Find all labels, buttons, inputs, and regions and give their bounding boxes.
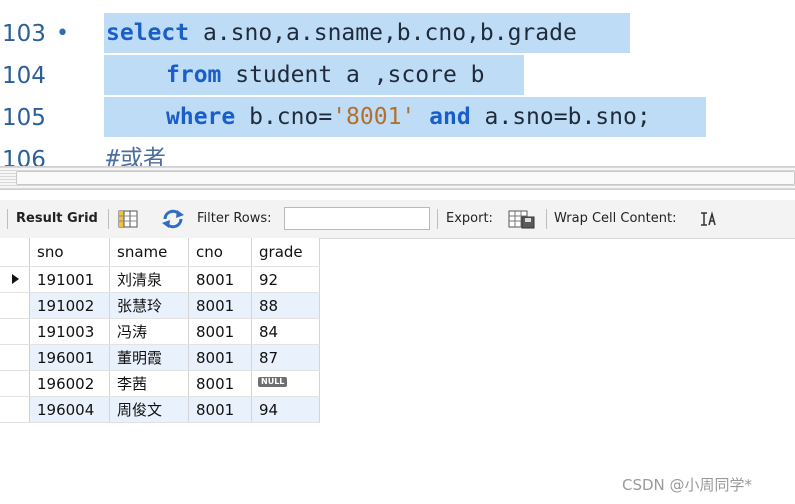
cell-sno[interactable]: 191001 (29, 266, 110, 293)
refresh-icon[interactable] (160, 209, 186, 229)
cell-grade[interactable]: 92 (251, 266, 320, 293)
column-header-sno[interactable]: sno (29, 238, 110, 267)
code-condition: b.cno= (235, 104, 333, 130)
table-row[interactable]: 196002 李茜 8001 NULL (0, 370, 320, 397)
export-icon[interactable] (508, 208, 536, 230)
cell-grade[interactable]: NULL (251, 370, 320, 397)
toolbar-divider (437, 209, 438, 229)
cell-cno[interactable]: 8001 (188, 266, 252, 293)
cell-sname[interactable]: 李茜 (109, 370, 189, 397)
result-grid[interactable]: sno sname cno grade 191001 刘清泉 8001 92 1… (0, 238, 320, 423)
cell-sname[interactable]: 董明霞 (109, 344, 189, 371)
editor-line-partial (0, 0, 795, 12)
cell-grade[interactable]: 88 (251, 292, 320, 319)
cell-cno[interactable]: 8001 (188, 318, 252, 345)
column-header-grade[interactable]: grade (251, 238, 320, 267)
line-number: 105 (2, 105, 46, 131)
table-row[interactable]: 191003 冯涛 8001 84 (0, 318, 320, 345)
scrollbar-thumb[interactable] (16, 171, 795, 185)
line-number: 104 (2, 63, 46, 89)
row-selector[interactable] (0, 318, 30, 345)
cell-grade[interactable]: 94 (251, 396, 320, 423)
result-grid-tab[interactable]: Result Grid (16, 200, 98, 238)
sql-editor[interactable]: 103 • select a.sno,a.sname,b.cno,b.grade… (0, 0, 795, 170)
cell-grade[interactable]: 87 (251, 344, 320, 371)
row-selector[interactable] (0, 396, 30, 423)
cell-sno[interactable]: 191003 (29, 318, 110, 345)
string-literal: '8001' (332, 104, 416, 130)
row-header-corner[interactable] (0, 238, 30, 267)
keyword-and: and (415, 104, 471, 130)
code-select-list: a.sno,a.sname,b.cno,b.grade (189, 20, 577, 46)
editor-line-104: 104 from student a ,score b (0, 55, 795, 97)
editor-horizontal-scrollbar[interactable] (0, 166, 795, 190)
result-toolbar: Result Grid Filter Rows: Export: Wrap Ce… (0, 200, 795, 239)
cell-grade[interactable]: 84 (251, 318, 320, 345)
row-selector[interactable] (0, 266, 30, 293)
cell-cno[interactable]: 8001 (188, 292, 252, 319)
toolbar-divider (108, 209, 109, 229)
cell-cno[interactable]: 8001 (188, 396, 252, 423)
toolbar-divider (546, 209, 547, 229)
column-header-cno[interactable]: cno (188, 238, 252, 267)
null-badge: NULL (258, 376, 288, 387)
wrap-cell-content-label: Wrap Cell Content: (554, 211, 677, 226)
code-join-condition: a.sno=b.sno; (470, 104, 651, 130)
keyword-where: where (166, 104, 236, 130)
filter-rows-label: Filter Rows: (197, 211, 272, 226)
column-header-sname[interactable]: sname (109, 238, 189, 267)
wrap-text-icon[interactable] (699, 211, 717, 227)
editor-line-103: 103 • select a.sno,a.sname,b.cno,b.grade (0, 13, 795, 55)
cell-sname[interactable]: 周俊文 (109, 396, 189, 423)
code-text[interactable]: from student a ,score b (166, 55, 485, 95)
cell-sname[interactable]: 冯涛 (109, 318, 189, 345)
cell-sno[interactable]: 196004 (29, 396, 110, 423)
code-from-list: student a ,score b (221, 62, 485, 88)
code-text[interactable]: where b.cno='8001' and a.sno=b.sno; (166, 97, 651, 137)
table-row[interactable]: 191001 刘清泉 8001 92 (0, 266, 320, 293)
grid-view-icon[interactable] (118, 210, 138, 228)
statement-marker-icon: • (56, 21, 69, 46)
filter-rows-input[interactable] (284, 207, 430, 230)
row-selector[interactable] (0, 370, 30, 397)
current-row-arrow-icon (11, 273, 19, 284)
row-selector[interactable] (0, 344, 30, 371)
line-number: 103 (2, 21, 46, 47)
grid-header-row: sno sname cno grade (0, 238, 320, 267)
code-text[interactable]: select a.sno,a.sname,b.cno,b.grade (106, 13, 577, 53)
cell-sno[interactable]: 196002 (29, 370, 110, 397)
table-row[interactable]: 191002 张慧玲 8001 88 (0, 292, 320, 319)
cell-cno[interactable]: 8001 (188, 344, 252, 371)
keyword-select: select (106, 20, 190, 46)
table-row[interactable]: 196001 董明霞 8001 87 (0, 344, 320, 371)
toolbar-divider (7, 209, 8, 229)
cell-sno[interactable]: 196001 (29, 344, 110, 371)
cell-cno[interactable]: 8001 (188, 370, 252, 397)
editor-line-105: 105 where b.cno='8001' and a.sno=b.sno; (0, 97, 795, 139)
export-label: Export: (446, 211, 493, 226)
keyword-from: from (166, 62, 222, 88)
table-row[interactable]: 196004 周俊文 8001 94 (0, 396, 320, 423)
cell-sno[interactable]: 191002 (29, 292, 110, 319)
watermark: CSDN @小周同学* (622, 476, 753, 494)
row-selector[interactable] (0, 292, 30, 319)
cell-sname[interactable]: 刘清泉 (109, 266, 189, 293)
cell-sname[interactable]: 张慧玲 (109, 292, 189, 319)
